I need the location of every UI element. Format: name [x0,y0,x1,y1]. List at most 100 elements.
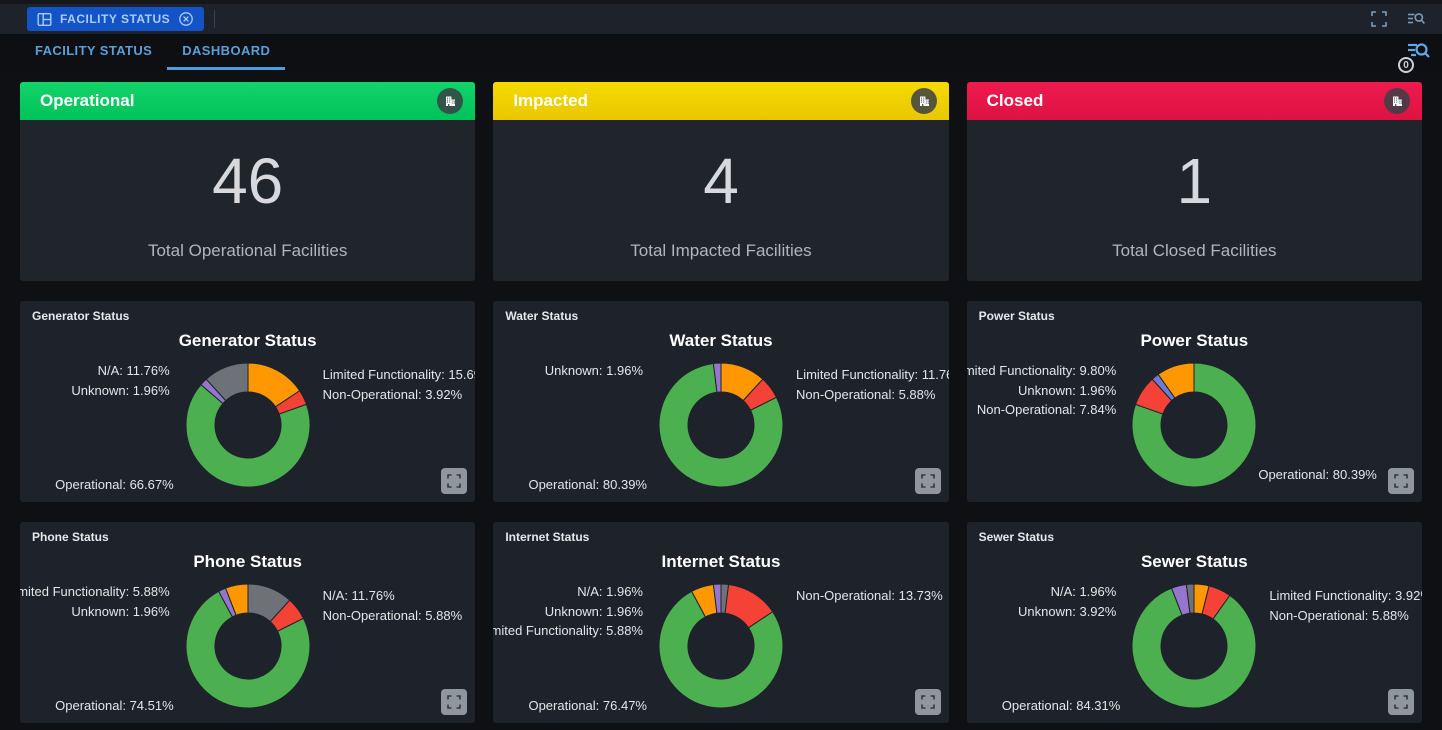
close-icon[interactable] [178,11,194,27]
chart-label: Unknown: 1.96% [493,602,643,622]
chart-labels-right: Limited Functionality: 11.76%Non-Operati… [796,365,949,404]
chart-label: Operational: 84.31% [1002,698,1121,713]
dashboard-grid: Operational 46 Total Operational Facilit… [0,70,1442,730]
chart-title: Power Status [967,331,1422,351]
tab-dashboard[interactable]: DASHBOARD [167,34,285,70]
chart-title: Generator Status [20,331,475,351]
donut-chart [1130,361,1258,489]
panel-title: Internet Status [505,530,589,544]
tab-facility-status[interactable]: FACILITY STATUS [20,34,167,70]
chart-label: Unknown: 3.92% [1018,602,1116,622]
panel-title: Generator Status [32,309,129,323]
donut-chart [184,582,312,710]
chart-title: Water Status [493,331,948,351]
chart-labels-right: Non-Operational: 13.73% [796,586,943,606]
expand-chart-button[interactable] [1388,468,1414,494]
chart-title: Sewer Status [967,552,1422,572]
chart-label: Limited Functionality: 15.69% [323,365,476,385]
chart-label: Operational: 80.39% [1258,467,1377,482]
chart-label: N/A: 1.96% [493,582,643,602]
panel-title: Phone Status [32,530,109,544]
chart-title: Phone Status [20,552,475,572]
chart-title: Internet Status [493,552,948,572]
building-icon[interactable] [1384,88,1410,114]
building-icon[interactable] [911,88,937,114]
expand-chart-button[interactable] [915,468,941,494]
chart-label: Unknown: 1.96% [545,361,643,381]
chart-panel-power-status: Power Status Power Status Limited Functi… [967,301,1422,502]
facility-status-tab-chip[interactable]: FACILITY STATUS [27,7,204,31]
chart-labels-left: N/A: 1.96%Unknown: 3.92% [1018,582,1116,621]
building-icon[interactable] [437,88,463,114]
chart-label: Limited Functionality: 9.80% [967,361,1117,381]
chart-label: N/A: 11.76% [323,586,462,606]
panel-title: Water Status [505,309,578,323]
chart-label: Operational: 66.67% [55,477,174,492]
chart-label: Non-Operational: 5.88% [1269,606,1422,626]
card-subtitle: Total Impacted Facilities [493,241,948,261]
chart-labels-left: N/A: 1.96%Unknown: 1.96%Limited Function… [493,582,643,641]
expand-chart-button[interactable] [441,468,467,494]
tab-bar: FACILITY STATUS DASHBOARD 0 [0,34,1442,70]
expand-chart-button[interactable] [915,689,941,715]
chart-label: N/A: 1.96% [1018,582,1116,602]
search-list-icon[interactable] [1407,11,1426,27]
chart-label: Non-Operational: 5.88% [796,385,949,405]
chart-labels-left: Limited Functionality: 9.80%Unknown: 1.9… [967,361,1117,420]
panel-title: Power Status [979,309,1055,323]
chart-label: Non-Operational: 13.73% [796,586,943,606]
dashboard-layout-icon [37,12,52,27]
panel-title: Sewer Status [979,530,1054,544]
chart-labels-right: N/A: 11.76%Non-Operational: 5.88% [323,586,462,625]
fullscreen-icon[interactable] [1371,11,1387,27]
expand-chart-button[interactable] [1388,689,1414,715]
summary-card-operational: Operational 46 Total Operational Facilit… [20,82,475,281]
donut-chart [1130,582,1258,710]
donut-chart [657,361,785,489]
chart-label: Operational: 74.51% [55,698,174,713]
chart-label: Limited Functionality: 3.92% [1269,586,1422,606]
chart-label: N/A: 11.76% [71,361,169,381]
chart-label: Operational: 80.39% [528,477,647,492]
card-header: Operational [20,82,475,120]
chart-panel-water-status: Water Status Water Status Unknown: 1.96%… [493,301,948,502]
total-count: 1 [967,120,1422,241]
card-header: Impacted [493,82,948,120]
chart-labels-left: Unknown: 1.96% [545,361,643,381]
chart-label: Non-Operational: 5.88% [323,606,462,626]
card-subtitle: Total Operational Facilities [20,241,475,261]
chart-label: Non-Operational: 7.84% [967,400,1117,420]
card-header: Closed [967,82,1422,120]
chart-label: Limited Functionality: 11.76% [796,365,949,385]
chart-label: Unknown: 1.96% [71,381,169,401]
card-title: Closed [987,91,1044,111]
card-subtitle: Total Closed Facilities [967,241,1422,261]
chip-label: FACILITY STATUS [60,12,170,26]
chart-label: Limited Functionality: 5.88% [493,621,643,641]
card-title: Impacted [513,91,588,111]
chart-label: Unknown: 1.96% [20,602,170,622]
chart-panel-phone-status: Phone Status Phone Status Limited Functi… [20,522,475,723]
result-count-badge: 0 [1398,57,1414,73]
divider [214,10,215,28]
chart-panel-sewer-status: Sewer Status Sewer Status N/A: 1.96%Unkn… [967,522,1422,723]
chart-labels-right: Limited Functionality: 15.69%Non-Operati… [323,365,476,404]
top-bar: FACILITY STATUS [0,0,1442,34]
chart-label: Non-Operational: 3.92% [323,385,476,405]
chart-panel-generator-status: Generator Status Generator Status N/A: 1… [20,301,475,502]
chart-labels-left: N/A: 11.76%Unknown: 1.96% [71,361,169,400]
donut-chart [184,361,312,489]
chart-panel-internet-status: Internet Status Internet Status N/A: 1.9… [493,522,948,723]
chart-label: Unknown: 1.96% [967,381,1117,401]
summary-card-closed: Closed 1 Total Closed Facilities [967,82,1422,281]
chart-labels-left: Limited Functionality: 5.88%Unknown: 1.9… [20,582,170,621]
chart-labels-right: Limited Functionality: 3.92%Non-Operatio… [1269,586,1422,625]
search-results-button[interactable]: 0 [1404,40,1430,69]
expand-chart-button[interactable] [441,689,467,715]
total-count: 46 [20,120,475,241]
donut-chart [657,582,785,710]
summary-card-impacted: Impacted 4 Total Impacted Facilities [493,82,948,281]
chart-label: Limited Functionality: 5.88% [20,582,170,602]
total-count: 4 [493,120,948,241]
card-title: Operational [40,91,134,111]
